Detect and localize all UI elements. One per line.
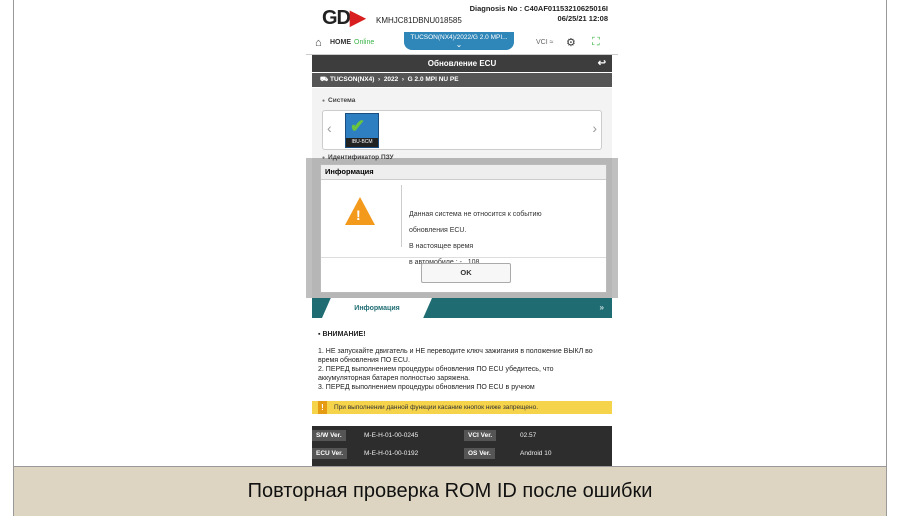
- vehicle-selector-tab[interactable]: TUCSON(NX4)/2022/G 2.0 MPI... ⌄: [404, 32, 514, 50]
- dialog-message-line: обновления ECU.: [409, 227, 467, 234]
- os-version-value: Android 10: [520, 450, 552, 457]
- system-carousel: ‹ ✔ IBU-BCM ›: [322, 110, 602, 150]
- info-line: 1. НЕ запускайте двигатель и НЕ переводи…: [318, 348, 593, 364]
- info-panel-header: Информация »: [312, 298, 612, 318]
- sw-version-value: M-E-H-01-00-0245: [364, 432, 419, 439]
- chevron-left-icon[interactable]: ‹: [327, 120, 332, 136]
- warning-exclamation: !: [356, 207, 361, 223]
- chevron-down-icon: ⌄: [455, 40, 463, 49]
- breadcrumb-engine: G 2.0 MPI NU PE: [407, 76, 459, 83]
- connection-icon[interactable]: ⛶: [592, 36, 600, 49]
- dialog-button-divider: [321, 257, 606, 258]
- online-status: Online: [354, 39, 375, 46]
- sw-version-label: S/W Ver.: [312, 430, 346, 441]
- ecu-name: IBU-BCM: [346, 138, 378, 147]
- ecu-tile[interactable]: ✔ IBU-BCM: [345, 113, 379, 148]
- screen-title: Обновление ECU: [427, 59, 497, 68]
- back-icon[interactable]: ↩: [598, 55, 606, 72]
- dialog-message-line: В настоящее время: [409, 243, 474, 250]
- vci-version-value: 02.57: [520, 432, 537, 439]
- screen-title-bar: Обновление ECU ↩: [312, 55, 612, 72]
- chevron-right-icon[interactable]: ›: [592, 120, 597, 136]
- ecu-version-value: M-E-H-01-00-0192: [364, 450, 419, 457]
- dialog-message-line: Данная система не относится к событию: [409, 211, 542, 218]
- breadcrumb-year: 2022: [383, 76, 399, 83]
- car-icon: ⛟: [320, 76, 329, 83]
- vci-status: VCI ≈: [536, 39, 554, 46]
- dialog-title: Информация: [321, 165, 606, 180]
- collapse-chevron-icon[interactable]: »: [600, 303, 604, 312]
- system-label: Система: [322, 97, 355, 104]
- vci-version-label: VCI Ver.: [464, 430, 497, 441]
- caption-text: Повторная проверка ROM ID после ошибки: [247, 480, 653, 502]
- os-version-label: OS Ver.: [464, 448, 495, 459]
- settings-icon[interactable]: ⚙: [566, 36, 576, 49]
- tablet-screen: GD▶ KMHJC81DBNU018585 Diagnosis No : C40…: [306, 0, 618, 466]
- info-dialog: Информация ! Данная система не относится…: [320, 164, 607, 293]
- info-line: 3. ПЕРЕД выполнением процедуры обновлени…: [318, 384, 535, 391]
- gds-logo: GD▶: [322, 7, 365, 29]
- vin-number: KMHJC81DBNU018585: [376, 16, 462, 25]
- diagnosis-info: Diagnosis No : C40AF01153210625016I 06/2…: [470, 4, 608, 24]
- breadcrumb-model: TUCSON(NX4): [330, 76, 375, 83]
- ok-button[interactable]: OK: [421, 263, 511, 283]
- info-line: 2. ПЕРЕД выполнением процедуры обновлени…: [318, 366, 554, 382]
- dialog-divider: [401, 185, 402, 247]
- breadcrumb: ⛟ TUCSON(NX4) › 2022 › G 2.0 MPI NU PE: [312, 73, 612, 87]
- diagnosis-number: Diagnosis No : C40AF01153210625016I: [469, 4, 608, 13]
- warning-bar: ! При выполнении данной функции касание …: [312, 401, 612, 414]
- check-icon: ✔: [350, 116, 366, 136]
- info-panel-body: ▪ ВНИМАНИЕ! 1. НЕ запускайте двигатель и…: [318, 330, 606, 392]
- top-nav: ⌂ HOME Online TUCSON(NX4)/2022/G 2.0 MPI…: [306, 32, 618, 55]
- caption-band: Повторная проверка ROM ID после ошибки: [14, 466, 886, 516]
- app-header: GD▶ KMHJC81DBNU018585 Diagnosis No : C40…: [306, 0, 618, 32]
- version-table: S/W Ver. M-E-H-01-00-0245 VCI Ver. 02.57…: [312, 426, 612, 466]
- info-tab[interactable]: Информация: [322, 298, 432, 318]
- attention-heading: ▪ ВНИМАНИЕ!: [318, 331, 366, 338]
- home-icon[interactable]: ⌂: [315, 37, 322, 49]
- home-link[interactable]: HOME: [330, 39, 351, 46]
- warning-icon: !: [318, 401, 327, 414]
- timestamp: 06/25/21 12:08: [557, 14, 608, 23]
- screenshot-frame: GD▶ KMHJC81DBNU018585 Diagnosis No : C40…: [13, 0, 887, 516]
- ecu-version-label: ECU Ver.: [312, 448, 348, 459]
- warning-text: При выполнении данной функции касание кн…: [334, 404, 539, 411]
